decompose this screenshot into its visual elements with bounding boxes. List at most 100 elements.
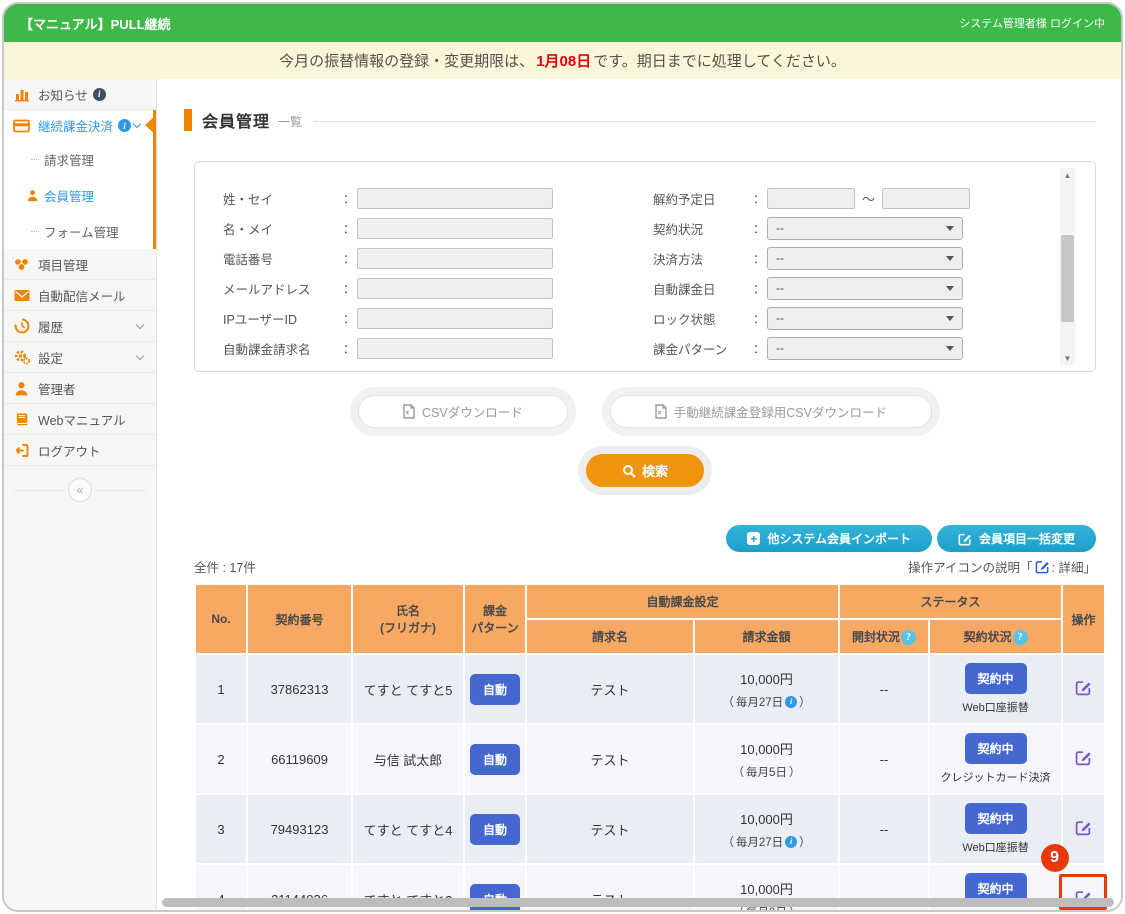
chevron-down-icon [133,120,141,128]
contract-status-badge[interactable]: 契約中 [965,803,1027,834]
sidebar-item-settings[interactable]: 設定 [4,342,156,373]
login-status: システム管理者様 ログイン中 [959,15,1105,31]
search-button[interactable]: 検索 [586,454,704,487]
icon-legend: 操作アイコンの説明「 : 詳細」 [908,557,1096,576]
chevron-down-icon [136,351,144,359]
pattern-badge[interactable]: 自動 [470,674,520,705]
bar-chart-icon [13,86,30,103]
sidebar-collapse-row: « [4,466,156,514]
col-group-status: ステータス [839,584,1062,619]
info-icon: i [118,119,131,132]
payment-method: Web口座振替 [930,699,1061,715]
top-header: 【マニュアル】PULL継続 システム管理者様 ログイン中 [4,4,1121,42]
edit-member-button[interactable] [1073,817,1094,841]
phone-number-input[interactable] [357,248,553,269]
lock-status-select[interactable]: -- [767,307,963,330]
sidebar-collapse-button[interactable]: « [68,478,92,502]
auto-billing-day-select[interactable]: -- [767,277,963,300]
sidebar-item-invoice-management[interactable]: 請求管理 [4,141,153,177]
sidebar-item-recurring-billing[interactable]: 継続課金決済 i [4,110,153,141]
info-icon: i [93,88,106,101]
gear-icon [13,349,30,366]
payment-method: クレジットカード決済 [930,909,1061,912]
billing-pattern-select[interactable]: -- [767,337,963,360]
import-members-button[interactable]: + 他システム会員インポート [726,525,932,552]
edit-icon [1075,749,1092,766]
coins-icon [13,256,30,273]
payment-method-select[interactable]: -- [767,247,963,270]
chevron-down-icon [136,320,144,328]
app-title: 【マニュアル】PULL継続 [20,14,171,33]
sidebar-item-label: お知らせ [38,85,88,104]
sidebar-item-administrators[interactable]: 管理者 [4,373,156,404]
history-icon [13,318,30,335]
sidebar-item-web-manual[interactable]: Webマニュアル [4,404,156,435]
sidebar-item-form-management[interactable]: フォーム管理 [4,213,153,249]
info-icon: i [785,696,797,708]
sidebar-item-field-management[interactable]: 項目管理 [4,249,156,280]
book-icon [13,411,30,428]
credit-card-icon [13,117,30,134]
scrollbar-thumb[interactable] [1061,235,1074,322]
form-scrollbar: ▲ ▼ [1060,168,1075,365]
payment-method: クレジットカード決済 [930,769,1061,785]
horizontal-scrollbar-thumb[interactable] [162,898,1114,907]
edit-member-button[interactable] [1073,677,1094,701]
col-pattern: 課金パターン [464,584,526,654]
contract-status-select[interactable]: -- [767,217,963,240]
plus-icon: + [747,532,760,545]
col-contract-status: 契約状況? [929,619,1062,654]
table-row: 1 37862313 てすと てすと5 自動 テスト 10,000円 （ 毎月2… [195,654,1105,724]
sidebar: お知らせ i 継続課金決済 i 請求管理 [4,79,157,912]
help-icon[interactable]: ? [1013,630,1028,645]
scroll-down-arrow[interactable]: ▼ [1060,351,1075,365]
edit-icon [958,532,972,546]
table-row: 3 79493123 てすと てすと4 自動 テスト 10,000円 （ 毎月2… [195,794,1105,864]
col-billing-name: 請求名 [526,619,694,654]
page-header: 会員管理 一覧 [184,108,1096,132]
sidebar-item-auto-mail[interactable]: 自動配信メール [4,280,156,311]
person-icon [13,380,30,397]
sidebar-item-history[interactable]: 履歴 [4,311,156,342]
notice-bar: 今月の振替情報の登録・変更期限は、 1月08日 です。期日までに処理してください… [4,42,1121,79]
cancel-date-from-input[interactable] [767,188,855,209]
email-input[interactable] [357,278,553,299]
pattern-badge[interactable]: 自動 [470,744,520,775]
sidebar-item-label: 継続課金決済 [38,116,113,135]
title-accent-bar [184,109,192,131]
person-icon [26,188,40,202]
scroll-up-arrow[interactable]: ▲ [1060,168,1075,182]
csv-download-button[interactable]: CSVダウンロード [358,395,568,428]
search-panel: 姓・セイ： 名・メイ： 電話番号： メールアドレス： IPユーザーID： 自動課… [194,161,1096,372]
edit-member-button[interactable] [1073,747,1094,771]
payment-method: Web口座振替 [930,839,1061,855]
chevron-down-icon [946,346,954,351]
contract-status-badge[interactable]: 契約中 [965,663,1027,694]
page-subtitle: 一覧 [278,113,302,130]
total-count: 全件 : 17件 [194,557,256,576]
ip-user-id-input[interactable] [357,308,553,329]
col-name: 氏名(フリガナ) [352,584,464,654]
help-icon[interactable]: ? [901,630,916,645]
last-name-kana-input[interactable] [357,188,553,209]
pattern-badge[interactable]: 自動 [470,814,520,845]
chevron-down-icon [946,256,954,261]
first-name-kana-input[interactable] [357,218,553,239]
bulk-update-button[interactable]: 会員項目一括変更 [937,525,1096,552]
sidebar-item-news[interactable]: お知らせ i [4,79,156,110]
edit-icon [1075,819,1092,836]
auto-billing-name-input[interactable] [357,338,553,359]
file-icon [403,404,415,419]
sidebar-item-logout[interactable]: ログアウト [4,435,156,466]
col-group-auto-billing: 自動課金設定 [526,584,839,619]
info-icon: i [785,836,797,848]
col-operation: 操作 [1062,584,1105,654]
sidebar-group-billing: 継続課金決済 i 請求管理 会員管理 フォーム管理 [4,110,156,249]
app-window: 【マニュアル】PULL継続 システム管理者様 ログイン中 今月の振替情報の登録・… [2,2,1123,912]
edit-icon [1075,679,1092,696]
notice-prefix: 今月の振替情報の登録・変更期限は、 [279,50,534,71]
sidebar-item-member-management[interactable]: 会員管理 [4,177,153,213]
manual-csv-download-button[interactable]: 手動継続課金登録用CSVダウンロード [610,395,932,428]
cancel-date-to-input[interactable] [882,188,970,209]
contract-status-badge[interactable]: 契約中 [965,733,1027,764]
